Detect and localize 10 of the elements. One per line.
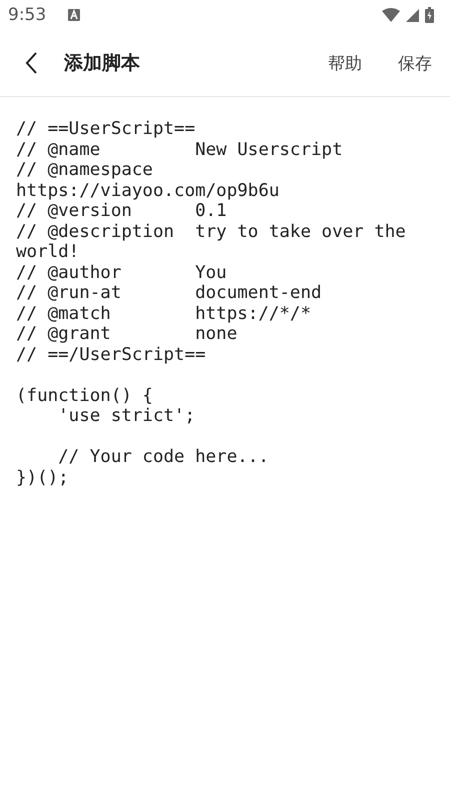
signal-icon: [406, 8, 419, 22]
notification-icon: [68, 9, 80, 21]
save-button[interactable]: 保存: [398, 44, 432, 82]
battery-icon: [425, 7, 434, 23]
status-time: 9:53: [8, 5, 46, 25]
page-title: 添加脚本: [64, 51, 140, 76]
code-editor[interactable]: // ==UserScript== // @name New Userscript // @namespace https://viayoo.com/op9b6u // @version 0.1 // @description try to take over the world! // @author You // @run-at document-end // @match https://*/* // @grant none // ==/UserScript== (function() { 'use strict'; // Your code here... })();: [0, 97, 450, 488]
back-icon[interactable]: [24, 51, 38, 75]
wifi-icon: [382, 8, 400, 22]
help-button[interactable]: 帮助: [328, 44, 362, 82]
